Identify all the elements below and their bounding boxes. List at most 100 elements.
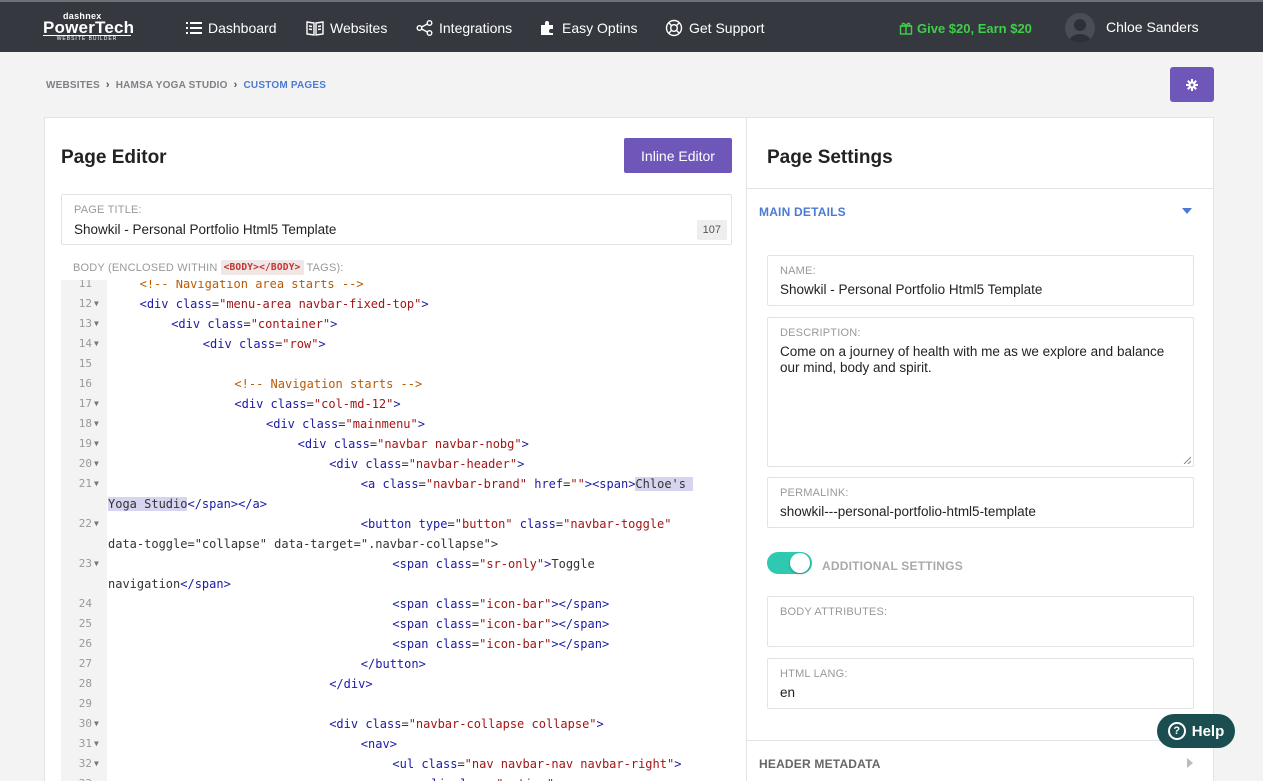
line-number: 33 xyxy=(61,774,92,781)
fold-arrow-icon[interactable]: ▼ xyxy=(94,454,99,474)
code-line[interactable]: Yoga Studio</span></a> xyxy=(61,494,731,514)
breadcrumb-website[interactable]: HAMSA YOGA STUDIO xyxy=(116,80,228,91)
name-field[interactable]: NAME: Showkil - Personal Portfolio Html5… xyxy=(767,255,1194,306)
line-number: 30 xyxy=(78,717,92,730)
caret-down-icon xyxy=(1182,208,1192,214)
code-text: <div class="navbar-collapse collapse"> xyxy=(329,717,604,731)
line-number: 14 xyxy=(78,337,92,350)
code-line[interactable]: 17 ▼ <div class="col-md-12"> xyxy=(61,394,731,414)
nav-item-dashboard[interactable]: Dashboard xyxy=(186,18,277,38)
html-lang-input[interactable]: en xyxy=(780,685,795,700)
name-input[interactable]: Showkil - Personal Portfolio Html5 Templ… xyxy=(780,282,1042,297)
code-line[interactable]: 12 ▼ <div class="menu-area navbar-fixed-to… xyxy=(61,294,731,314)
settings-button[interactable] xyxy=(1170,67,1214,102)
avatar[interactable] xyxy=(1065,13,1095,43)
description-field[interactable]: DESCRIPTION: Come on a journey of health… xyxy=(767,317,1194,467)
nav-item-websites[interactable]: Websites xyxy=(306,18,387,38)
fold-arrow-icon[interactable]: ▼ xyxy=(94,554,99,574)
code-text: <span class="sr-only">Toggle xyxy=(392,557,595,571)
line-number: 32 xyxy=(78,757,92,770)
line-number: 23 xyxy=(78,557,92,570)
line-number: 18 xyxy=(78,417,92,430)
fold-arrow-icon[interactable]: ▼ xyxy=(94,734,99,754)
nav-item-label: Easy Optins xyxy=(562,20,638,36)
code-line[interactable]: 27 </button> xyxy=(61,654,731,674)
line-number: 22 xyxy=(78,517,92,530)
code-line[interactable]: navigation</span> xyxy=(61,574,731,594)
code-text: <span class="icon-bar"></span> xyxy=(392,617,610,631)
permalink-field[interactable]: PERMALINK: showkil---personal-portfolio-… xyxy=(767,477,1194,528)
code-text: <div class="col-md-12"> xyxy=(234,397,401,411)
main-details-section-header[interactable]: MAIN DETAILS xyxy=(747,188,1213,234)
code-line[interactable]: 28 </div> xyxy=(61,674,731,694)
code-line[interactable]: 24 <span class="icon-bar"></span> xyxy=(61,594,731,614)
header-metadata-section-header[interactable]: HEADER METADATA xyxy=(747,740,1213,781)
permalink-input[interactable]: showkil---personal-portfolio-html5-templ… xyxy=(780,504,1036,519)
additional-settings-toggle[interactable] xyxy=(767,552,812,574)
fold-arrow-icon[interactable]: ▼ xyxy=(94,434,99,454)
code-line[interactable]: 14 ▼ <div class="row"> xyxy=(61,334,731,354)
promo-label: Give $20, Earn $20 xyxy=(917,20,1032,36)
body-attributes-field[interactable]: BODY ATTRIBUTES: xyxy=(767,596,1194,647)
fold-arrow-icon[interactable]: ▼ xyxy=(94,414,99,434)
code-line[interactable]: 29 xyxy=(61,694,731,714)
code-line[interactable]: data-toggle="collapse" data-target=".nav… xyxy=(61,534,731,554)
description-textarea[interactable]: Come on a journey of health with me as w… xyxy=(780,344,1185,376)
code-text: <!-- Navigation starts --> xyxy=(234,377,423,391)
page-title-input[interactable]: Showkil - Personal Portfolio Html5 Templ… xyxy=(74,222,336,237)
help-button[interactable]: ? Help xyxy=(1157,714,1235,748)
character-counter: 107 xyxy=(696,220,727,240)
user-name[interactable]: Chloe Sanders xyxy=(1106,19,1199,35)
code-line[interactable]: 33 <li class="active"> xyxy=(61,774,731,781)
resize-handle-icon[interactable] xyxy=(1183,456,1191,464)
page-title-field[interactable]: PAGE TITLE: Showkil - Personal Portfolio… xyxy=(61,194,732,245)
body-label: BODY (ENCLOSED WITHIN <BODY></BODY> TAGS… xyxy=(73,260,344,275)
code-line[interactable]: 18 ▼ <div class="mainmenu"> xyxy=(61,414,731,434)
fold-arrow-icon[interactable]: ▼ xyxy=(94,474,99,494)
chevron-right-icon: › xyxy=(105,79,110,91)
fold-arrow-icon[interactable]: ▼ xyxy=(94,714,99,734)
code-line[interactable]: 20 ▼ <div class="navbar-header"> xyxy=(61,454,731,474)
fold-arrow-icon[interactable]: ▼ xyxy=(94,514,99,534)
gift-icon xyxy=(899,22,913,35)
code-line[interactable]: 26 <span class="icon-bar"></span> xyxy=(61,634,731,654)
name-label: NAME: xyxy=(780,265,816,277)
code-line[interactable]: 19 ▼ <div class="navbar navbar-nobg"> xyxy=(61,434,731,454)
fold-arrow-icon[interactable]: ▼ xyxy=(94,314,99,334)
code-line[interactable]: 25 <span class="icon-bar"></span> xyxy=(61,614,731,634)
code-text: navigation</span> xyxy=(108,577,231,591)
code-line[interactable]: 23 ▼ <span class="sr-only">Toggle xyxy=(61,554,731,574)
referral-promo-link[interactable]: Give $20, Earn $20 xyxy=(899,18,1032,38)
html-lang-label: HTML LANG: xyxy=(780,668,848,680)
line-number: 17 xyxy=(78,397,92,410)
body-label-prefix: BODY (ENCLOSED WITHIN xyxy=(73,261,218,274)
code-line[interactable]: 31 ▼ <nav> xyxy=(61,734,731,754)
fold-arrow-icon[interactable]: ▼ xyxy=(94,334,99,354)
breadcrumb-current: CUSTOM PAGES xyxy=(243,79,327,91)
code-text: <div class="mainmenu"> xyxy=(266,417,425,431)
code-text: data-toggle="collapse" data-target=".nav… xyxy=(108,537,499,551)
code-text: <div class="container"> xyxy=(171,317,338,331)
code-text: <div class="navbar-header"> xyxy=(329,457,525,471)
code-line[interactable]: 22 ▼ <button type="button" class="navbar-t… xyxy=(61,514,731,534)
code-line[interactable]: 30 ▼ <div class="navbar-collapse collapse"… xyxy=(61,714,731,734)
html-lang-field[interactable]: HTML LANG: en xyxy=(767,658,1194,709)
code-line[interactable]: 15 xyxy=(61,354,731,374)
fold-arrow-icon[interactable]: ▼ xyxy=(94,294,99,314)
line-number: 19 xyxy=(78,437,92,450)
inline-editor-button[interactable]: Inline Editor xyxy=(624,138,732,173)
code-editor[interactable]: 11 <!-- Navigation area starts --> 12 ▼ <div… xyxy=(61,280,731,781)
code-line[interactable]: 11 <!-- Navigation area starts --> xyxy=(61,280,731,294)
code-line[interactable]: 13 ▼ <div class="container"> xyxy=(61,314,731,334)
nav-item-integrations[interactable]: Integrations xyxy=(416,18,512,38)
code-line[interactable]: 21 ▼ <a class="navbar-brand" href=""><span… xyxy=(61,474,731,494)
line-number: 28 xyxy=(78,677,92,690)
fold-arrow-icon[interactable]: ▼ xyxy=(94,394,99,414)
fold-arrow-icon[interactable]: ▼ xyxy=(94,754,99,774)
code-line[interactable]: 16 <!-- Navigation starts --> xyxy=(61,374,731,394)
line-number: 20 xyxy=(78,457,92,470)
nav-item-get-support[interactable]: Get Support xyxy=(665,18,765,38)
nav-item-easy-optins[interactable]: Easy Optins xyxy=(540,18,637,38)
code-line[interactable]: 32 ▼ <ul class="nav navbar-nav navbar-righ… xyxy=(61,754,731,774)
breadcrumb-websites[interactable]: WEBSITES xyxy=(46,80,100,91)
